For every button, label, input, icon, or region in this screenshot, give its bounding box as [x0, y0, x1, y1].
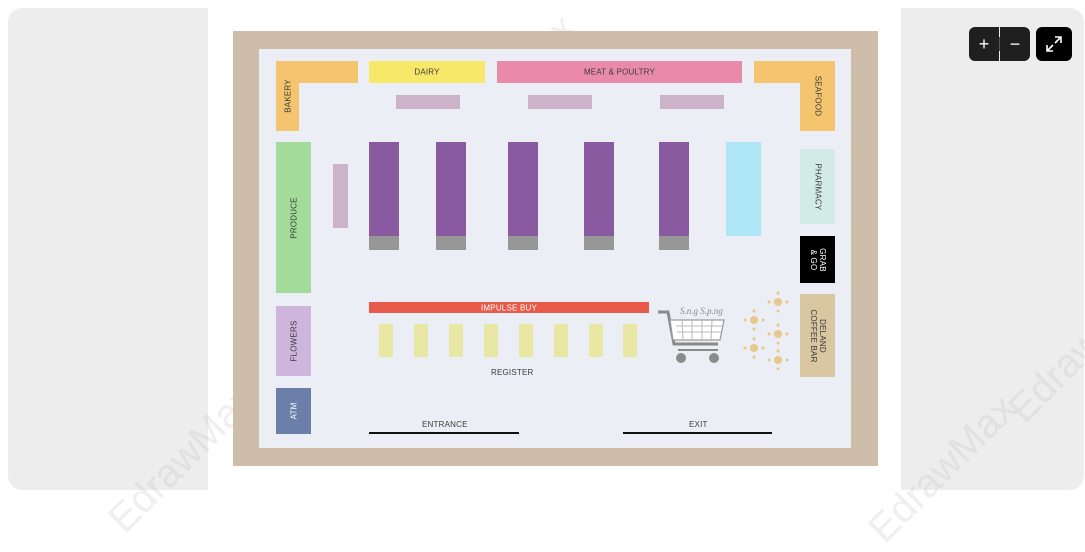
register-counter	[623, 324, 637, 357]
display-table	[333, 164, 348, 228]
register-counter	[519, 324, 533, 357]
aisle-shelf	[436, 142, 466, 236]
grab-go-section: GRAB & GO	[800, 236, 835, 283]
produce-section: PRODUCE	[276, 142, 311, 293]
entrance-line	[369, 432, 519, 434]
display-table	[528, 95, 592, 109]
register-label: REGISTER	[491, 368, 534, 377]
register-counter	[414, 324, 428, 357]
dairy-label: DAIRY	[414, 67, 440, 77]
aisle-endcap	[369, 236, 399, 250]
register-counter	[554, 324, 568, 357]
fullscreen-button[interactable]	[1036, 27, 1072, 61]
zoom-in-button[interactable]: +	[969, 27, 999, 61]
grab-go-label: GRAB & GO	[808, 247, 827, 272]
entrance-label: ENTRANCE	[422, 420, 468, 429]
display-table	[396, 95, 460, 109]
register-counter	[589, 324, 603, 357]
bakery-label: BAKERY	[283, 79, 292, 113]
produce-label: PRODUCE	[289, 196, 298, 239]
dairy-section: DAIRY	[369, 61, 485, 83]
exit-line	[623, 432, 772, 434]
atm-label: ATM	[289, 402, 298, 420]
register-counter	[449, 324, 463, 357]
flowers-section: FLOWERS	[276, 306, 311, 376]
zoom-out-button[interactable]: −	[1000, 27, 1030, 61]
aisle-endcap	[584, 236, 614, 250]
pharmacy-section: PHARMACY	[800, 149, 835, 224]
register-counter	[379, 324, 393, 357]
cafe-tables	[743, 291, 789, 370]
aisle-endcap	[508, 236, 538, 250]
aisle-endcap	[436, 236, 466, 250]
bakery-section: BAKERY	[276, 61, 299, 131]
impulse-buy-label: IMPULSE BUY	[481, 303, 537, 312]
impulse-buy-strip: IMPULSE BUY	[369, 302, 649, 313]
shopping-cart-icon: S.n.g S.p.ng	[658, 306, 725, 363]
cooler-unit	[726, 142, 761, 236]
aisle-shelf	[369, 142, 399, 236]
coffee-bar-label: DELAND COFFEE BAR	[808, 308, 827, 363]
aisle-shelf	[659, 142, 689, 236]
exit-label: EXIT	[689, 420, 708, 429]
pharmacy-label: PHARMACY	[813, 163, 822, 210]
register-counter	[484, 324, 498, 357]
seafood-label: SEAFOOD	[813, 75, 822, 117]
aisle-endcap	[659, 236, 689, 250]
meat-poultry-section: MEAT & POULTRY	[497, 61, 742, 83]
meat-poultry-label: MEAT & POULTRY	[583, 67, 656, 77]
seafood-section: SEAFOOD	[800, 61, 835, 131]
atm-section: ATM	[276, 388, 311, 434]
flowers-label: FLOWERS	[289, 320, 298, 362]
aisle-shelf	[584, 142, 614, 236]
coffee-bar-section: DELAND COFFEE BAR	[800, 294, 835, 377]
aisle-shelf	[508, 142, 538, 236]
expand-icon	[1046, 36, 1062, 52]
display-table	[660, 95, 724, 109]
cart-sign-text: S.n.g S.p.ng	[680, 306, 723, 316]
